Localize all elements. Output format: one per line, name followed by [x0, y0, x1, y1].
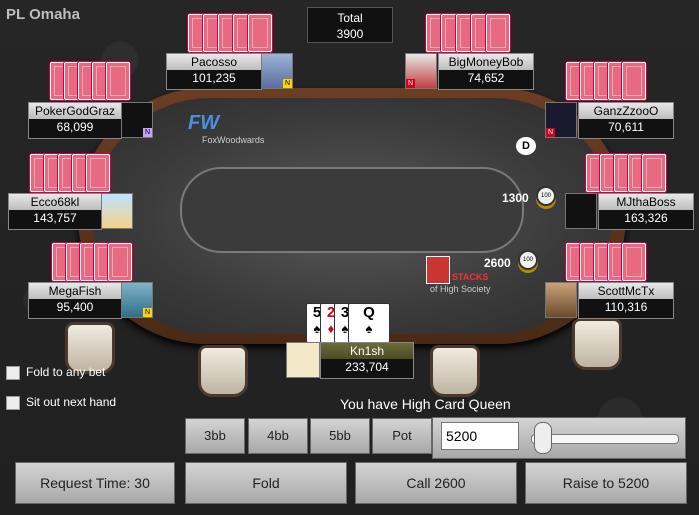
request-time-button[interactable]: Request Time: 30 [15, 462, 175, 504]
player-stack: 95,400 [56, 300, 94, 314]
player-name: BigMoneyBob [439, 54, 533, 70]
game-title: PL Omaha [6, 6, 80, 23]
player-stack: 74,652 [467, 71, 505, 85]
player-stack: 110,316 [604, 300, 648, 314]
player-name: Kn1sh [321, 343, 413, 359]
empty-seat-chair[interactable] [198, 345, 248, 397]
player-name: ScottMcTx [579, 283, 673, 299]
card-back [106, 62, 130, 100]
stacks-word: STACKS [452, 272, 489, 282]
player-box-mjthaboss[interactable]: MJthaBoss 163,326 [598, 193, 694, 230]
player-name: PokerGodGraz [29, 103, 121, 119]
call-button[interactable]: Call 2600 [355, 462, 517, 504]
notes-badge-icon[interactable]: N [283, 79, 292, 88]
player-box-hero[interactable]: Kn1sh 233,704 [320, 342, 414, 379]
player-stack: 233,704 [345, 360, 389, 374]
player-name: MJthaBoss [599, 194, 693, 210]
foxwoodwards-logo: FW FoxWoodwards [176, 112, 264, 145]
player-name: MegaFish [29, 283, 121, 299]
chip-stack-icon: 100 [518, 250, 538, 270]
card-back [622, 243, 646, 281]
card-back [642, 154, 666, 192]
empty-seat-chair[interactable] [430, 345, 480, 397]
bet-3bb-button[interactable]: 3bb [185, 418, 245, 454]
bet-amount-input[interactable] [441, 422, 519, 450]
pot-amount: 3900 [336, 27, 364, 41]
avatar-bearded-man-icon [545, 282, 577, 318]
bet-pot-button[interactable]: Pot [372, 418, 432, 454]
pot-display: Total 3900 [307, 7, 393, 43]
card-back [248, 14, 272, 52]
bet-amount-panel [432, 417, 686, 459]
card-suit: ♠ [365, 321, 373, 336]
player-box-ecco68kl[interactable]: Ecco68kl 143,757 [8, 193, 102, 230]
player-box-pokergodgraz[interactable]: PokerGodGraz 68,099 [28, 102, 122, 139]
player-box-megafish[interactable]: MegaFish 95,400 [28, 282, 122, 319]
sit-out-next-hand-checkbox[interactable] [6, 396, 20, 410]
hero-card: Q ♠ [348, 303, 390, 343]
player-box-ganzzzooo[interactable]: GanzZzooO 70,611 [578, 102, 674, 139]
dealer-button: D [516, 137, 536, 155]
player-box-pacosso[interactable]: Pacosso 101,235 [166, 53, 262, 90]
stacks-society-logo: STACKS of High Society [426, 256, 491, 294]
bet-amount-mjthaboss: 1300 [502, 191, 529, 205]
pot-label: Total [337, 11, 363, 25]
player-name: Ecco68kl [9, 194, 101, 210]
stacks-cards-icon [426, 256, 450, 284]
fw-logo-text: FoxWoodwards [202, 135, 265, 145]
player-name: GanzZzooO [579, 103, 673, 119]
avatar-bunny-icon [286, 342, 320, 378]
player-box-scottmctx[interactable]: ScottMcTx 110,316 [578, 282, 674, 319]
chip-stack-icon: 100 [536, 186, 556, 206]
player-stack: 143,757 [33, 211, 77, 225]
fold-to-any-bet-checkbox[interactable] [6, 366, 20, 380]
fold-to-any-bet-label: Fold to any bet [26, 365, 106, 379]
table-center-line [180, 167, 524, 253]
player-box-bigmoneybob[interactable]: BigMoneyBob 74,652 [438, 53, 534, 90]
player-stack: 101,235 [192, 71, 236, 85]
fold-button[interactable]: Fold [185, 462, 347, 504]
bet-slider-thumb[interactable] [533, 422, 552, 454]
notes-badge-icon[interactable]: N [406, 79, 415, 88]
avatar-angel-icon [101, 193, 133, 229]
player-stack: 70,611 [608, 120, 644, 134]
card-back [86, 154, 110, 192]
card-back [108, 243, 132, 281]
bet-slider-track[interactable] [531, 434, 679, 444]
poker-table-window: PL Omaha Total 3900 FW FoxWoodwards STAC… [0, 0, 699, 515]
sit-out-next-hand-label: Sit out next hand [26, 395, 117, 409]
hand-description: You have High Card Queen [340, 396, 511, 412]
notes-badge-icon[interactable]: N [143, 308, 152, 317]
card-rank: Q [363, 304, 375, 321]
stacks-subtitle: of High Society [430, 284, 491, 294]
fw-logo-mark: FW [188, 112, 220, 134]
bet-5bb-button[interactable]: 5bb [310, 418, 370, 454]
notes-badge-icon[interactable]: N [143, 128, 152, 137]
raise-button[interactable]: Raise to 5200 [525, 462, 687, 504]
player-stack: 163,326 [624, 211, 668, 225]
avatar-pixel-man-icon [565, 193, 597, 229]
card-back [486, 14, 510, 52]
bet-amount-scottmctx: 2600 [484, 256, 511, 270]
notes-badge-icon[interactable]: N [546, 128, 555, 137]
player-stack: 68,099 [56, 120, 94, 134]
player-name: Pacosso [167, 54, 261, 70]
bet-4bb-button[interactable]: 4bb [248, 418, 308, 454]
empty-seat-chair[interactable] [572, 318, 622, 370]
card-back [622, 62, 646, 100]
